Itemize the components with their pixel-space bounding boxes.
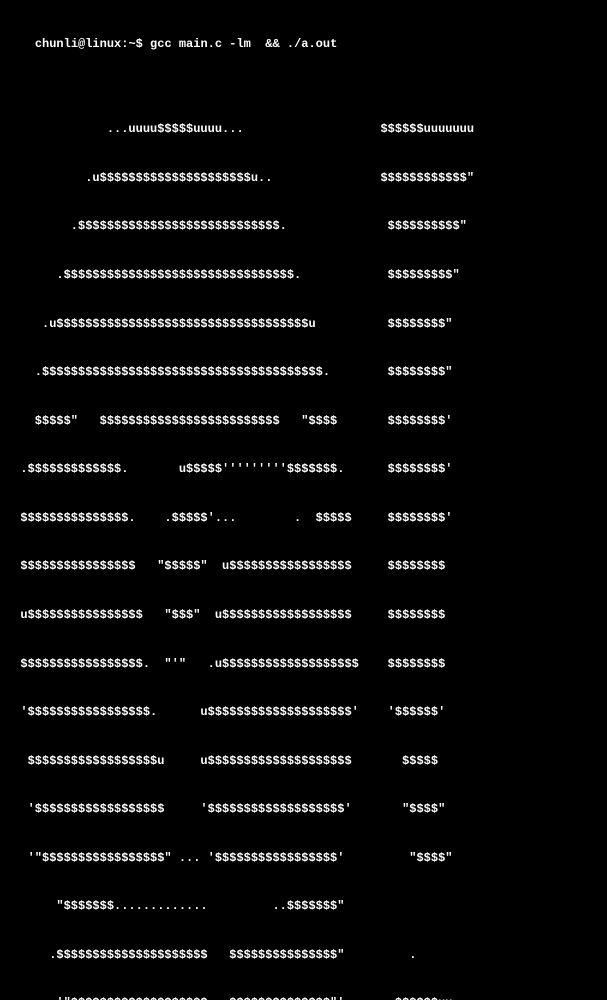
prompt-user-host: chunli@linux bbox=[35, 37, 121, 51]
ascii-line: "$$$$$$$............. ..$$$$$$$" bbox=[6, 898, 601, 914]
ascii-line: .$$$$$$$$$$$$$$$$$$$$$ $$$$$$$$$$$$$$$" … bbox=[6, 947, 601, 963]
ascii-line: .u$$$$$$$$$$$$$$$$$$$$$u.. $$$$$$$$$$$$" bbox=[6, 170, 601, 186]
ascii-line: ...uuuu$$$$$uuuu... $$$$$$uuuuuuu bbox=[6, 121, 601, 137]
ascii-art-output: ...uuuu$$$$$uuuu... $$$$$$uuuuuuu .u$$$$… bbox=[6, 89, 601, 1000]
command-text: gcc main.c -lm && ./a.out bbox=[150, 37, 337, 51]
prompt-symbol: $ bbox=[136, 37, 150, 51]
ascii-line: .$$$$$$$$$$$$$. u$$$$$'''''''''$$$$$$$. … bbox=[6, 461, 601, 477]
command-prompt-line-1: chunli@linux:~$ gcc main.c -lm && ./a.ou… bbox=[6, 37, 337, 67]
ascii-line: .$$$$$$$$$$$$$$$$$$$$$$$$$$$$$$$$$$$$$$$… bbox=[6, 364, 601, 380]
prompt-path: ~ bbox=[128, 37, 135, 51]
terminal-window[interactable]: chunli@linux:~$ gcc main.c -lm && ./a.ou… bbox=[6, 4, 601, 1000]
ascii-line: '"$$$$$$$$$$$$$$$$$$$ .$$$$$$$$$$$$$$"' … bbox=[6, 995, 601, 1000]
ascii-line: u$$$$$$$$$$$$$$$$ "$$$" u$$$$$$$$$$$$$$$… bbox=[6, 607, 601, 623]
ascii-line: $$$$$$$$$$$$$$$$$. "'" .u$$$$$$$$$$$$$$$… bbox=[6, 656, 601, 672]
ascii-line: .u$$$$$$$$$$$$$$$$$$$$$$$$$$$$$$$$$$$u $… bbox=[6, 316, 601, 332]
ascii-line: .$$$$$$$$$$$$$$$$$$$$$$$$$$$$. $$$$$$$$$… bbox=[6, 218, 601, 234]
ascii-line: .$$$$$$$$$$$$$$$$$$$$$$$$$$$$$$$$. $$$$$… bbox=[6, 267, 601, 283]
ascii-line: '$$$$$$$$$$$$$$$$$$ '$$$$$$$$$$$$$$$$$$$… bbox=[6, 801, 601, 817]
ascii-line: '$$$$$$$$$$$$$$$$$. u$$$$$$$$$$$$$$$$$$$… bbox=[6, 704, 601, 720]
ascii-line: $$$$$$$$$$$$$$$$$$u u$$$$$$$$$$$$$$$$$$$… bbox=[6, 753, 601, 769]
ascii-line: $$$$$$$$$$$$$$$. .$$$$$'... . $$$$$ $$$$… bbox=[6, 510, 601, 526]
ascii-line: '"$$$$$$$$$$$$$$$$$" ... '$$$$$$$$$$$$$$… bbox=[6, 850, 601, 866]
ascii-line: $$$$$" $$$$$$$$$$$$$$$$$$$$$$$$$ "$$$$ $… bbox=[6, 413, 601, 429]
ascii-line: $$$$$$$$$$$$$$$$ "$$$$$" u$$$$$$$$$$$$$$… bbox=[6, 558, 601, 574]
